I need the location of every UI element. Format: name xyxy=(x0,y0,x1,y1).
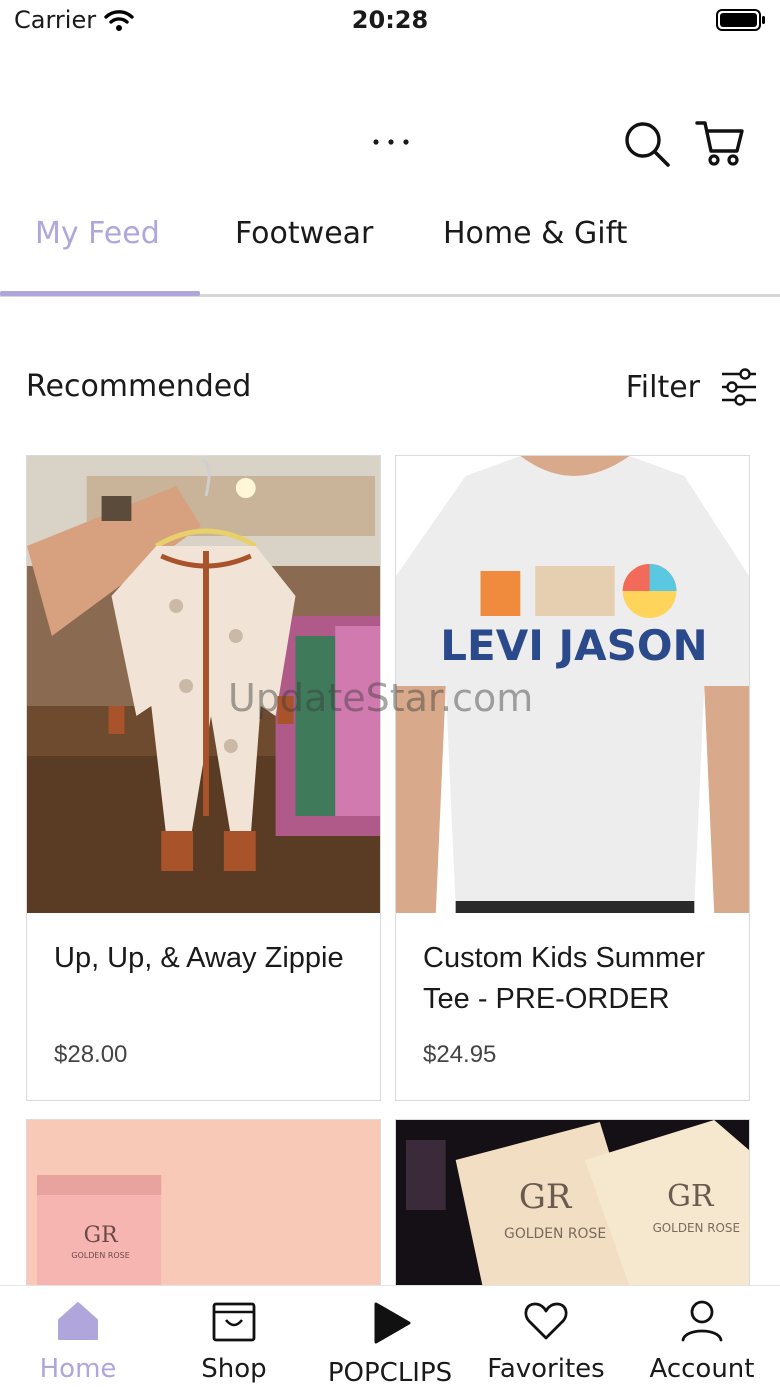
heart-icon xyxy=(524,1302,568,1340)
tab-home-gift[interactable]: Home & Gift xyxy=(443,216,627,251)
product-price: $24.95 xyxy=(423,1041,497,1068)
battery-icon xyxy=(716,9,765,31)
nav-label: Favorites xyxy=(487,1354,605,1384)
filter-label: Filter xyxy=(625,369,700,405)
svg-text:GOLDEN ROSE: GOLDEN ROSE xyxy=(504,1226,606,1242)
svg-text:GOLDEN ROSE: GOLDEN ROSE xyxy=(653,1221,740,1235)
bottom-nav: Home Shop POPCLIPS Favorites Account xyxy=(0,1285,780,1387)
play-icon xyxy=(374,1302,411,1344)
tab-my-feed[interactable]: My Feed xyxy=(35,216,160,251)
nav-popclips[interactable]: POPCLIPS xyxy=(312,1286,468,1387)
svg-text:GR: GR xyxy=(667,1179,715,1214)
nav-shop[interactable]: Shop xyxy=(156,1286,312,1387)
nav-favorites[interactable]: Favorites xyxy=(468,1286,624,1387)
nav-label: Shop xyxy=(201,1354,267,1384)
product-card[interactable]: GR GOLDEN ROSE xyxy=(26,1119,381,1299)
product-card[interactable]: LEVI JASON Custom Kids Summer Tee - PRE-… xyxy=(395,455,750,1101)
status-bar: Carrier 20:28 xyxy=(0,0,780,44)
product-card[interactable]: GR GR GOLDEN ROSE GOLDEN ROSE xyxy=(395,1119,750,1299)
product-title: Custom Kids Summer Tee - PRE-ORDER xyxy=(423,942,706,1015)
shirt-print: LEVI JASON xyxy=(440,621,707,670)
svg-text:GR: GR xyxy=(84,1223,119,1248)
account-icon xyxy=(681,1300,723,1342)
category-tabs: My Feed Footwear Home & Gift xyxy=(0,198,780,300)
top-app-bar xyxy=(0,100,780,190)
product-title: Up, Up, & Away Zippie xyxy=(54,942,344,974)
product-image-zippie xyxy=(27,456,380,913)
nav-label: POPCLIPS xyxy=(327,1358,453,1387)
product-price: $28.00 xyxy=(54,1041,128,1068)
cart-icon[interactable] xyxy=(694,117,746,169)
nav-label: Home xyxy=(39,1354,117,1384)
section-title: Recommended xyxy=(26,369,252,404)
nav-account[interactable]: Account xyxy=(624,1286,780,1387)
svg-text:GR: GR xyxy=(519,1177,573,1216)
filter-button[interactable]: Filter xyxy=(626,362,758,412)
shop-icon xyxy=(212,1302,256,1342)
active-tab-indicator xyxy=(0,291,200,296)
nav-home[interactable]: Home xyxy=(0,1286,156,1387)
svg-text:LEVI JASON: LEVI JASON xyxy=(440,621,707,670)
home-icon xyxy=(58,1302,98,1340)
tab-footwear[interactable]: Footwear xyxy=(235,216,373,251)
product-image-golden-rose: GR GR GOLDEN ROSE GOLDEN ROSE xyxy=(396,1120,749,1298)
sliders-icon xyxy=(722,368,756,406)
svg-text:GOLDEN ROSE: GOLDEN ROSE xyxy=(71,1251,129,1260)
product-image-cream-tube: GR GOLDEN ROSE xyxy=(27,1120,380,1298)
product-card[interactable]: Up, Up, & Away Zippie $28.00 xyxy=(26,455,381,1101)
nav-label: Account xyxy=(649,1354,755,1384)
search-icon[interactable] xyxy=(622,119,672,169)
status-time: 20:28 xyxy=(351,6,429,34)
more-icon[interactable] xyxy=(370,130,412,154)
